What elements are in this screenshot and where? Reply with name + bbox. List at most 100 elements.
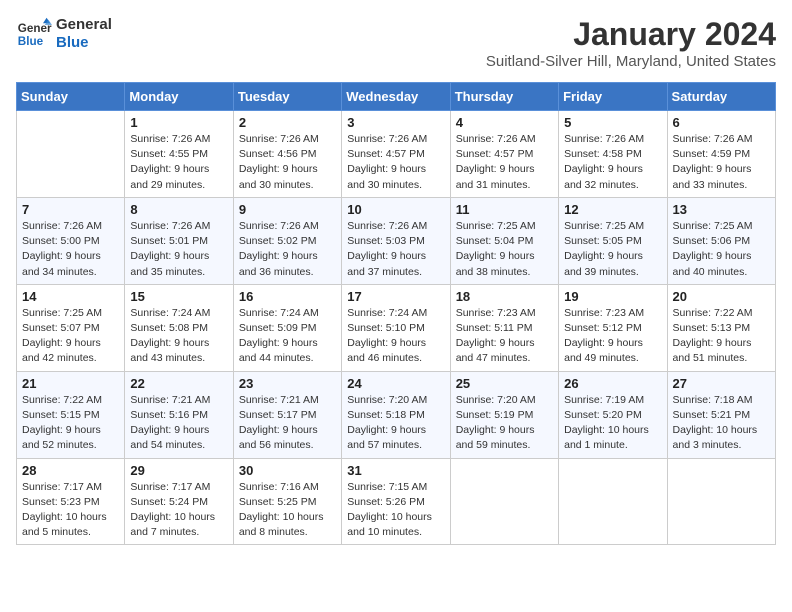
day-info: Sunrise: 7:24 AMSunset: 5:10 PMDaylight:… bbox=[347, 306, 444, 367]
calendar-cell: 6 Sunrise: 7:26 AMSunset: 4:59 PMDaylight… bbox=[667, 111, 775, 198]
calendar-cell: 23 Sunrise: 7:21 AMSunset: 5:17 PMDayligh… bbox=[233, 371, 341, 458]
day-number: 6 bbox=[673, 115, 770, 130]
weekday-header-wednesday: Wednesday bbox=[342, 83, 450, 111]
calendar-cell: 8Sunrise: 7:26 AMSunset: 5:01 PMDaylight… bbox=[125, 197, 233, 284]
calendar-cell: 11 Sunrise: 7:25 AMSunset: 5:04 PMDayligh… bbox=[450, 197, 558, 284]
day-number: 24 bbox=[347, 376, 444, 391]
calendar-header-row: SundayMondayTuesdayWednesdayThursdayFrid… bbox=[17, 83, 776, 111]
calendar-cell bbox=[450, 458, 558, 545]
day-info: Sunrise: 7:23 AMSunset: 5:12 PMDaylight:… bbox=[564, 306, 661, 367]
calendar-cell: 4 Sunrise: 7:26 AMSunset: 4:57 PMDaylight… bbox=[450, 111, 558, 198]
day-info: Sunrise: 7:20 AMSunset: 5:19 PMDaylight:… bbox=[456, 393, 553, 454]
day-info: Sunrise: 7:26 AMSunset: 5:02 PMDaylight:… bbox=[239, 219, 336, 280]
calendar-cell: 20 Sunrise: 7:22 AMSunset: 5:13 PMDayligh… bbox=[667, 284, 775, 371]
day-number: 12 bbox=[564, 202, 661, 217]
calendar-table: SundayMondayTuesdayWednesdayThursdayFrid… bbox=[16, 82, 776, 545]
day-info: Sunrise: 7:24 AMSunset: 5:08 PMDaylight:… bbox=[130, 306, 227, 367]
calendar-week-row: 14Sunrise: 7:25 AMSunset: 5:07 PMDayligh… bbox=[17, 284, 776, 371]
day-number: 19 bbox=[564, 289, 661, 304]
calendar-cell bbox=[17, 111, 125, 198]
calendar-cell: 28Sunrise: 7:17 AMSunset: 5:23 PMDayligh… bbox=[17, 458, 125, 545]
day-number: 4 bbox=[456, 115, 553, 130]
logo-general: General bbox=[56, 16, 112, 34]
weekday-header-friday: Friday bbox=[559, 83, 667, 111]
calendar-cell bbox=[667, 458, 775, 545]
weekday-header-tuesday: Tuesday bbox=[233, 83, 341, 111]
day-number: 18 bbox=[456, 289, 553, 304]
calendar-cell: 15 Sunrise: 7:24 AMSunset: 5:08 PMDayligh… bbox=[125, 284, 233, 371]
calendar-week-row: 7 Sunrise: 7:26 AMSunset: 5:00 PMDaylight… bbox=[17, 197, 776, 284]
day-number: 28 bbox=[22, 463, 119, 478]
page-header: General Blue General Blue January 2024 S… bbox=[16, 16, 776, 70]
calendar-cell bbox=[559, 458, 667, 545]
day-number: 9 bbox=[239, 202, 336, 217]
day-info: Sunrise: 7:26 AMSunset: 5:00 PMDaylight:… bbox=[22, 219, 119, 280]
day-info: Sunrise: 7:22 AMSunset: 5:13 PMDaylight:… bbox=[673, 306, 770, 367]
calendar-cell: 27 Sunrise: 7:18 AMSunset: 5:21 PMDayligh… bbox=[667, 371, 775, 458]
title-area: January 2024 Suitland-Silver Hill, Maryl… bbox=[486, 16, 776, 70]
weekday-header-sunday: Sunday bbox=[17, 83, 125, 111]
day-number: 29 bbox=[130, 463, 227, 478]
logo: General Blue General Blue bbox=[16, 16, 112, 52]
day-number: 17 bbox=[347, 289, 444, 304]
calendar-cell: 18 Sunrise: 7:23 AMSunset: 5:11 PMDayligh… bbox=[450, 284, 558, 371]
day-info: Sunrise: 7:26 AMSunset: 4:59 PMDaylight:… bbox=[673, 132, 770, 193]
day-info: Sunrise: 7:26 AMSunset: 4:57 PMDaylight:… bbox=[456, 132, 553, 193]
logo-icon: General Blue bbox=[16, 16, 52, 52]
calendar-cell: 1Sunrise: 7:26 AMSunset: 4:55 PMDaylight… bbox=[125, 111, 233, 198]
day-number: 14 bbox=[22, 289, 119, 304]
calendar-cell: 31Sunrise: 7:15 AMSunset: 5:26 PMDayligh… bbox=[342, 458, 450, 545]
day-number: 30 bbox=[239, 463, 336, 478]
day-info: Sunrise: 7:19 AMSunset: 5:20 PMDaylight:… bbox=[564, 393, 661, 454]
day-info: Sunrise: 7:26 AMSunset: 4:56 PMDaylight:… bbox=[239, 132, 336, 193]
day-info: Sunrise: 7:24 AMSunset: 5:09 PMDaylight:… bbox=[239, 306, 336, 367]
calendar-cell: 13Sunrise: 7:25 AMSunset: 5:06 PMDayligh… bbox=[667, 197, 775, 284]
day-number: 2 bbox=[239, 115, 336, 130]
day-info: Sunrise: 7:21 AMSunset: 5:17 PMDaylight:… bbox=[239, 393, 336, 454]
day-number: 10 bbox=[347, 202, 444, 217]
day-number: 3 bbox=[347, 115, 444, 130]
calendar-cell: 16Sunrise: 7:24 AMSunset: 5:09 PMDayligh… bbox=[233, 284, 341, 371]
day-info: Sunrise: 7:26 AMSunset: 4:58 PMDaylight:… bbox=[564, 132, 661, 193]
day-number: 5 bbox=[564, 115, 661, 130]
calendar-cell: 7 Sunrise: 7:26 AMSunset: 5:00 PMDaylight… bbox=[17, 197, 125, 284]
day-info: Sunrise: 7:23 AMSunset: 5:11 PMDaylight:… bbox=[456, 306, 553, 367]
day-info: Sunrise: 7:16 AMSunset: 5:25 PMDaylight:… bbox=[239, 480, 336, 541]
calendar-cell: 3 Sunrise: 7:26 AMSunset: 4:57 PMDaylight… bbox=[342, 111, 450, 198]
calendar-cell: 29Sunrise: 7:17 AMSunset: 5:24 PMDayligh… bbox=[125, 458, 233, 545]
day-info: Sunrise: 7:25 AMSunset: 5:04 PMDaylight:… bbox=[456, 219, 553, 280]
weekday-header-thursday: Thursday bbox=[450, 83, 558, 111]
calendar-cell: 26 Sunrise: 7:19 AMSunset: 5:20 PMDayligh… bbox=[559, 371, 667, 458]
calendar-cell: 21Sunrise: 7:22 AMSunset: 5:15 PMDayligh… bbox=[17, 371, 125, 458]
location-title: Suitland-Silver Hill, Maryland, United S… bbox=[486, 53, 776, 70]
calendar-cell: 2 Sunrise: 7:26 AMSunset: 4:56 PMDaylight… bbox=[233, 111, 341, 198]
calendar-cell: 19 Sunrise: 7:23 AMSunset: 5:12 PMDayligh… bbox=[559, 284, 667, 371]
calendar-cell: 24 Sunrise: 7:20 AMSunset: 5:18 PMDayligh… bbox=[342, 371, 450, 458]
calendar-cell: 9 Sunrise: 7:26 AMSunset: 5:02 PMDaylight… bbox=[233, 197, 341, 284]
day-number: 20 bbox=[673, 289, 770, 304]
day-info: Sunrise: 7:18 AMSunset: 5:21 PMDaylight:… bbox=[673, 393, 770, 454]
day-info: Sunrise: 7:20 AMSunset: 5:18 PMDaylight:… bbox=[347, 393, 444, 454]
day-number: 8 bbox=[130, 202, 227, 217]
day-number: 15 bbox=[130, 289, 227, 304]
day-info: Sunrise: 7:26 AMSunset: 5:03 PMDaylight:… bbox=[347, 219, 444, 280]
calendar-cell: 5 Sunrise: 7:26 AMSunset: 4:58 PMDaylight… bbox=[559, 111, 667, 198]
day-number: 26 bbox=[564, 376, 661, 391]
calendar-cell: 14Sunrise: 7:25 AMSunset: 5:07 PMDayligh… bbox=[17, 284, 125, 371]
day-info: Sunrise: 7:26 AMSunset: 4:55 PMDaylight:… bbox=[130, 132, 227, 193]
calendar-cell: 12Sunrise: 7:25 AMSunset: 5:05 PMDayligh… bbox=[559, 197, 667, 284]
day-info: Sunrise: 7:25 AMSunset: 5:06 PMDaylight:… bbox=[673, 219, 770, 280]
logo-blue: Blue bbox=[56, 34, 112, 52]
day-number: 11 bbox=[456, 202, 553, 217]
day-number: 27 bbox=[673, 376, 770, 391]
day-number: 22 bbox=[130, 376, 227, 391]
calendar-cell: 17 Sunrise: 7:24 AMSunset: 5:10 PMDayligh… bbox=[342, 284, 450, 371]
calendar-week-row: 28Sunrise: 7:17 AMSunset: 5:23 PMDayligh… bbox=[17, 458, 776, 545]
svg-text:Blue: Blue bbox=[18, 35, 44, 48]
day-number: 23 bbox=[239, 376, 336, 391]
calendar-cell: 25Sunrise: 7:20 AMSunset: 5:19 PMDayligh… bbox=[450, 371, 558, 458]
day-info: Sunrise: 7:26 AMSunset: 4:57 PMDaylight:… bbox=[347, 132, 444, 193]
day-number: 7 bbox=[22, 202, 119, 217]
weekday-header-monday: Monday bbox=[125, 83, 233, 111]
day-info: Sunrise: 7:22 AMSunset: 5:15 PMDaylight:… bbox=[22, 393, 119, 454]
